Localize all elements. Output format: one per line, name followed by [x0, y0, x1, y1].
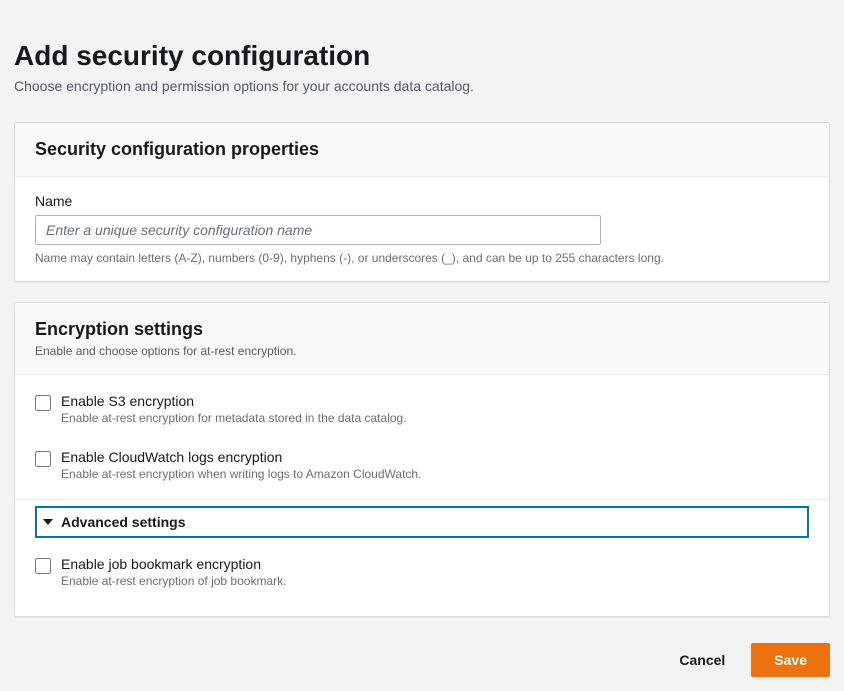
advanced-settings-label: Advanced settings: [61, 514, 185, 530]
cloudwatch-encryption-label: Enable CloudWatch logs encryption: [61, 449, 809, 465]
job-bookmark-encryption-label: Enable job bookmark encryption: [61, 556, 809, 572]
name-helper: Name may contain letters (A-Z), numbers …: [35, 251, 809, 265]
encryption-panel-desc: Enable and choose options for at-rest en…: [35, 344, 809, 358]
name-label: Name: [35, 193, 809, 209]
advanced-settings-toggle[interactable]: Advanced settings: [35, 506, 809, 538]
s3-encryption-label: Enable S3 encryption: [61, 393, 809, 409]
page-subtitle: Choose encryption and permission options…: [14, 78, 830, 94]
cloudwatch-encryption-row: Enable CloudWatch logs encryption Enable…: [35, 437, 809, 493]
s3-encryption-checkbox[interactable]: [35, 395, 51, 411]
save-button[interactable]: Save: [751, 643, 830, 677]
cancel-button[interactable]: Cancel: [673, 644, 731, 676]
encryption-panel-title: Encryption settings: [35, 319, 809, 340]
page-title: Add security configuration: [14, 40, 830, 72]
divider: [15, 499, 829, 500]
properties-panel-header: Security configuration properties: [15, 123, 829, 177]
caret-down-icon: [43, 519, 53, 525]
job-bookmark-encryption-checkbox[interactable]: [35, 558, 51, 574]
s3-encryption-row: Enable S3 encryption Enable at-rest encr…: [35, 381, 809, 437]
properties-panel-body: Name Name may contain letters (A-Z), num…: [15, 177, 829, 281]
encryption-panel: Encryption settings Enable and choose op…: [14, 302, 830, 617]
job-bookmark-encryption-desc: Enable at-rest encryption of job bookmar…: [61, 574, 809, 588]
footer-actions: Cancel Save: [14, 643, 830, 677]
cloudwatch-encryption-checkbox[interactable]: [35, 451, 51, 467]
s3-encryption-desc: Enable at-rest encryption for metadata s…: [61, 411, 809, 425]
encryption-panel-body: Enable S3 encryption Enable at-rest encr…: [15, 375, 829, 616]
encryption-panel-header: Encryption settings Enable and choose op…: [15, 303, 829, 375]
cloudwatch-encryption-desc: Enable at-rest encryption when writing l…: [61, 467, 809, 481]
properties-panel-title: Security configuration properties: [35, 139, 809, 160]
name-input[interactable]: [35, 215, 601, 245]
properties-panel: Security configuration properties Name N…: [14, 122, 830, 282]
job-bookmark-encryption-row: Enable job bookmark encryption Enable at…: [35, 544, 809, 600]
